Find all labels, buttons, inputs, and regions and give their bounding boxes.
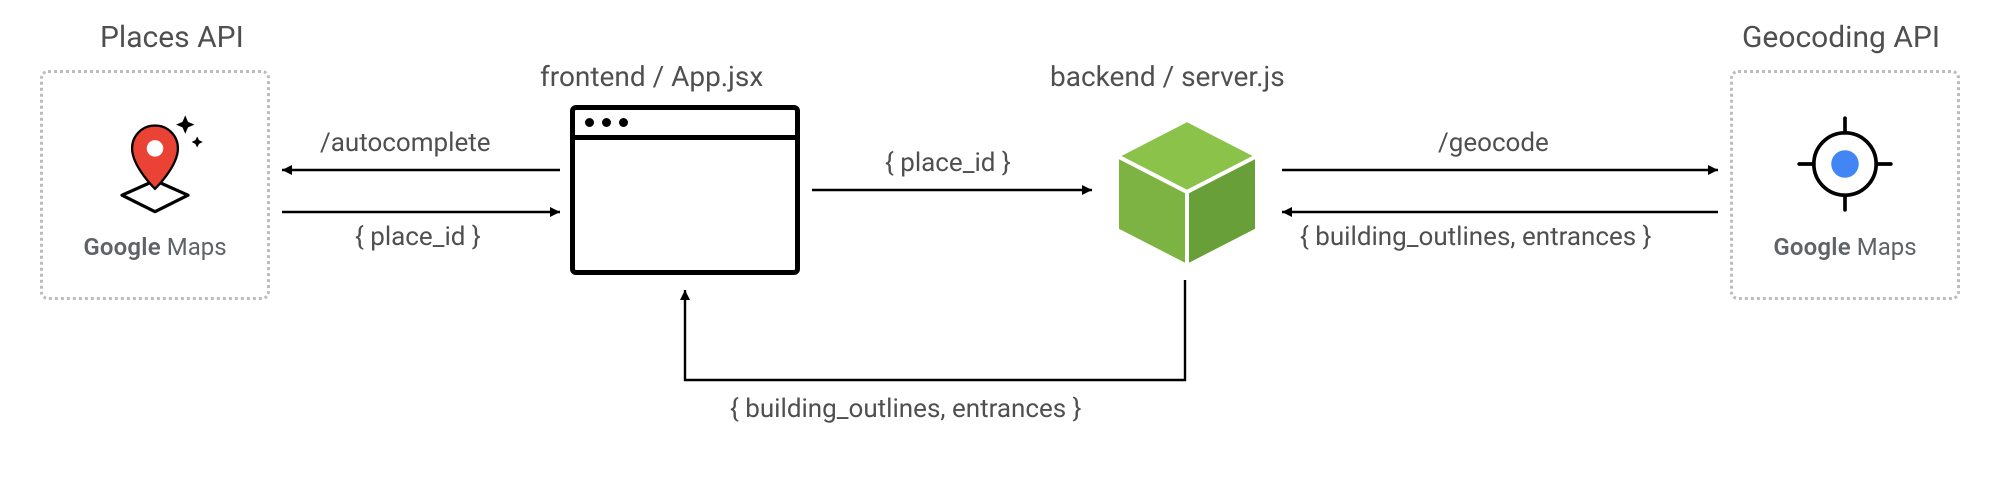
architecture-diagram: Places API Google Maps <box>0 0 2000 504</box>
window-dot-icon <box>602 118 611 127</box>
edge-label-place-id-response: { place_id } <box>355 222 481 252</box>
geocoding-api-box: Google Maps <box>1730 70 1960 300</box>
backend-cube-icon <box>1102 108 1272 278</box>
maps-word: Maps <box>161 233 227 261</box>
browser-titlebar <box>575 110 795 140</box>
geocoding-api-title: Geocoding API <box>1742 20 1940 55</box>
edge-label-autocomplete: /autocomplete <box>320 128 491 158</box>
frontend-label: frontend / App.jsx <box>540 60 763 93</box>
google-word: Google <box>83 233 161 261</box>
google-maps-label: Google Maps <box>83 233 226 261</box>
maps-word: Maps <box>1851 233 1917 261</box>
google-word: Google <box>1773 233 1851 261</box>
edge-label-geocode: /geocode <box>1438 128 1549 158</box>
places-api-box: Google Maps <box>40 70 270 300</box>
arrows-layer <box>0 0 2000 504</box>
location-target-icon <box>1790 109 1900 219</box>
google-maps-label: Google Maps <box>1773 233 1916 261</box>
edge-label-place-id-request: { place_id } <box>885 148 1011 178</box>
map-pin-icon <box>100 109 210 219</box>
window-dot-icon <box>619 118 628 127</box>
edge-label-be-to-fe: { building_outlines, entrances } <box>730 394 1081 424</box>
frontend-browser-icon <box>570 105 800 275</box>
places-api-title: Places API <box>100 20 244 55</box>
window-dot-icon <box>585 118 594 127</box>
edge-label-geocode-response: { building_outlines, entrances } <box>1300 222 1651 252</box>
backend-label: backend / server.js <box>1050 60 1285 93</box>
